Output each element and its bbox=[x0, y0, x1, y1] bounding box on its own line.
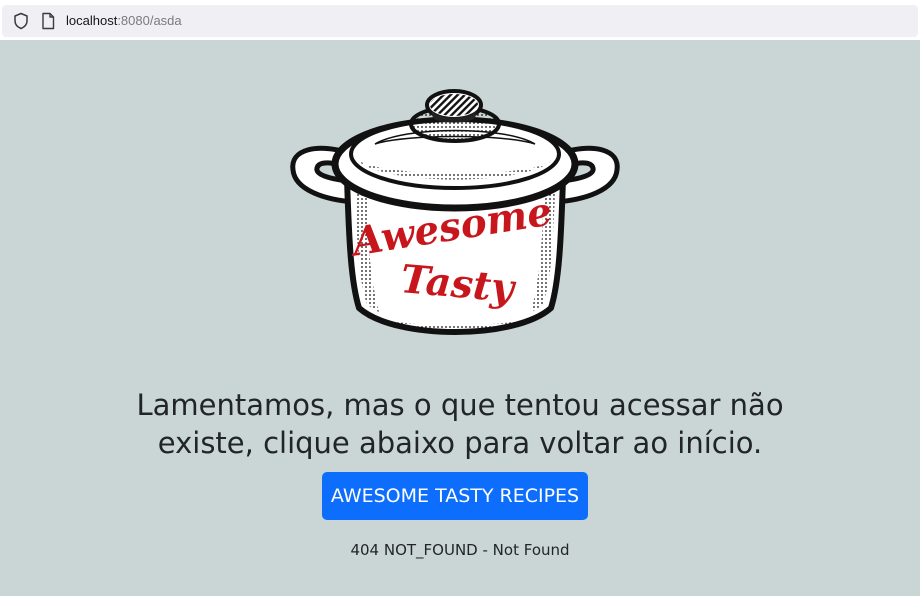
home-button[interactable]: AWESOME TASTY RECIPES bbox=[322, 472, 588, 520]
browser-toolbar: localhost:8080/asda bbox=[0, 0, 920, 40]
awesome-tasty-logo: Awesome Tasty bbox=[290, 89, 620, 335]
status-text: 404 NOT_FOUND - Not Found bbox=[350, 541, 570, 559]
url-text[interactable]: localhost:8080/asda bbox=[66, 12, 182, 30]
not-found-message: Lamentamos, mas o que tentou acessar não… bbox=[136, 388, 784, 460]
page-icon bbox=[42, 12, 55, 30]
address-bar[interactable]: localhost:8080/asda bbox=[2, 5, 918, 37]
shield-icon[interactable] bbox=[12, 12, 30, 30]
url-host: localhost bbox=[66, 13, 118, 28]
url-path: :8080/asda bbox=[117, 13, 182, 28]
